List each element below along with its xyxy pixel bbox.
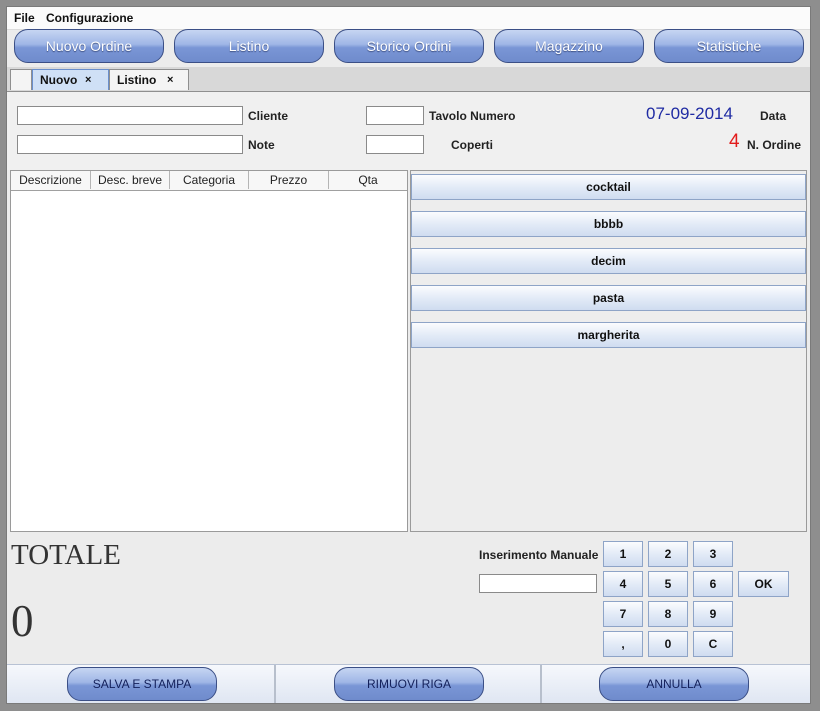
keypad-9-button[interactable]: 9	[693, 601, 733, 627]
tab-nuovo-label: Nuovo	[40, 73, 78, 87]
tab-listino[interactable]: Listino ×	[109, 69, 189, 90]
coperti-input[interactable]	[366, 135, 424, 154]
note-label: Note	[248, 138, 275, 152]
ok-button[interactable]: OK	[738, 571, 789, 597]
keypad-7-button[interactable]: 7	[603, 601, 643, 627]
nav-statistiche-button[interactable]: Statistiche	[654, 29, 804, 63]
rimuovi-riga-button[interactable]: RIMUOVI RIGA	[334, 667, 484, 701]
divider	[274, 665, 276, 703]
product-panel: cocktail bbbb decim pasta margherita	[410, 170, 807, 532]
divider	[540, 665, 542, 703]
action-bar: SALVA E STAMPA RIMUOVI RIGA ANNULLA	[7, 664, 810, 703]
menu-bar: File Configurazione	[7, 7, 810, 30]
close-icon[interactable]: ×	[167, 70, 173, 90]
coperti-label: Coperti	[451, 138, 493, 152]
keypad-clear-button[interactable]: C	[693, 631, 733, 657]
annulla-button[interactable]: ANNULLA	[599, 667, 749, 701]
nav-storico-ordini-button[interactable]: Storico Ordini	[334, 29, 484, 63]
note-input[interactable]	[17, 135, 243, 154]
data-label: Data	[760, 109, 787, 123]
product-cocktail-button[interactable]: cocktail	[411, 174, 806, 200]
product-pasta-button[interactable]: pasta	[411, 285, 806, 311]
keypad-8-button[interactable]: 8	[648, 601, 688, 627]
order-table: Descrizione Desc. breve Categoria Prezzo…	[10, 170, 408, 532]
keypad-3-button[interactable]: 3	[693, 541, 733, 567]
keypad-comma-button[interactable]: ,	[603, 631, 643, 657]
nav-magazzino-button[interactable]: Magazzino	[494, 29, 644, 63]
keypad-1-button[interactable]: 1	[603, 541, 643, 567]
total-label: TOTALE	[11, 539, 121, 571]
nav-nuovo-ordine-button[interactable]: Nuovo Ordine	[14, 29, 164, 63]
order-date: 07-09-2014	[646, 104, 733, 123]
tab-empty[interactable]	[10, 69, 32, 90]
total-value: 0	[11, 596, 34, 646]
product-margherita-button[interactable]: margherita	[411, 322, 806, 348]
keypad-0-button[interactable]: 0	[648, 631, 688, 657]
tavolo-numero-label: Tavolo Numero	[429, 109, 516, 123]
column-desc-breve[interactable]: Desc. breve	[91, 171, 170, 189]
order-form: Cliente Note Tavolo Numero Coperti 07-09…	[7, 92, 810, 170]
manual-entry-label: Inserimento Manuale	[479, 548, 599, 562]
nav-listino-button[interactable]: Listino	[174, 29, 324, 63]
product-decim-button[interactable]: decim	[411, 248, 806, 274]
manual-entry-input[interactable]	[479, 574, 597, 593]
close-icon[interactable]: ×	[85, 70, 91, 90]
column-qta[interactable]: Qta	[329, 171, 407, 189]
column-prezzo[interactable]: Prezzo	[249, 171, 329, 189]
cliente-input[interactable]	[17, 106, 243, 125]
menu-configurazione[interactable]: Configurazione	[46, 11, 133, 25]
keypad-2-button[interactable]: 2	[648, 541, 688, 567]
app-window: File Configurazione Nuovo Ordine Listino…	[6, 6, 811, 704]
keypad-4-button[interactable]: 4	[603, 571, 643, 597]
column-descrizione[interactable]: Descrizione	[11, 171, 91, 189]
tavolo-numero-input[interactable]	[366, 106, 424, 125]
menu-file[interactable]: File	[14, 11, 35, 25]
order-number-label: N. Ordine	[747, 138, 802, 152]
salva-e-stampa-button[interactable]: SALVA E STAMPA	[67, 667, 217, 701]
tab-strip: Nuovo × Listino ×	[7, 67, 810, 92]
product-bbbb-button[interactable]: bbbb	[411, 211, 806, 237]
keypad-6-button[interactable]: 6	[693, 571, 733, 597]
column-categoria[interactable]: Categoria	[170, 171, 249, 189]
keypad-5-button[interactable]: 5	[648, 571, 688, 597]
order-number: 4	[729, 131, 740, 152]
tab-listino-label: Listino	[117, 73, 157, 87]
cliente-label: Cliente	[248, 109, 289, 123]
tab-nuovo[interactable]: Nuovo ×	[32, 69, 109, 90]
table-header: Descrizione Desc. breve Categoria Prezzo…	[11, 171, 407, 191]
